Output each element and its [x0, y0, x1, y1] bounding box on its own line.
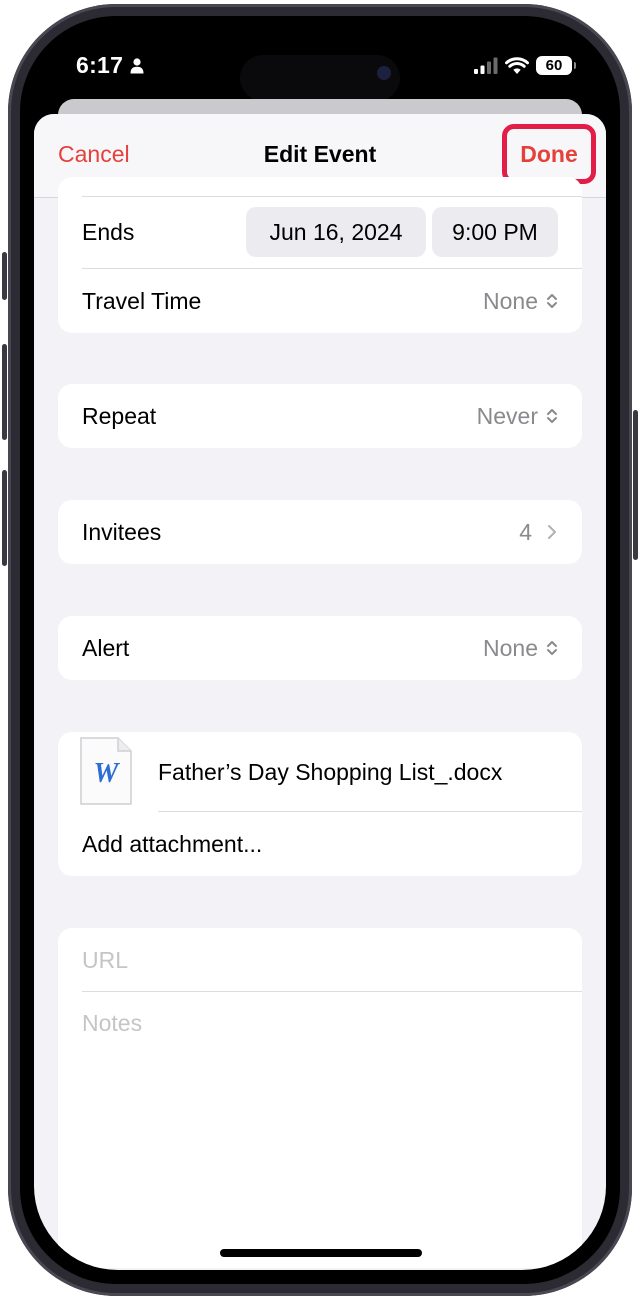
- status-time: 6:17: [76, 52, 124, 78]
- dynamic-island: [240, 55, 400, 101]
- ends-row: Ends Jun 16, 2024 9:00 PM: [58, 199, 582, 265]
- attachment-item[interactable]: W Father’s Day Shopping List_.docx: [58, 732, 582, 812]
- notes-row[interactable]: Notes: [58, 991, 582, 1055]
- url-field[interactable]: URL: [82, 947, 128, 974]
- travel-time-label: Travel Time: [82, 287, 202, 314]
- battery-icon: 60: [536, 56, 576, 75]
- ends-time-button[interactable]: 9:00 PM: [432, 207, 558, 257]
- invitees-card: Invitees 4: [58, 500, 582, 564]
- alert-label: Alert: [82, 634, 130, 661]
- travel-time-value-text: None: [483, 287, 538, 314]
- alert-value[interactable]: None: [483, 635, 558, 662]
- chevron-right-icon: [548, 525, 556, 539]
- alert-value-text: None: [483, 634, 538, 661]
- cellular-signal-icon: [474, 57, 498, 74]
- word-document-icon: W: [80, 737, 132, 805]
- word-icon-letter: W: [94, 758, 121, 789]
- wifi-icon: [505, 56, 529, 74]
- travel-time-row[interactable]: Travel Time None: [58, 269, 582, 333]
- add-attachment-row[interactable]: Add attachment...: [58, 812, 582, 876]
- url-row[interactable]: URL: [58, 928, 582, 992]
- done-button[interactable]: Done: [504, 141, 594, 168]
- divider: [82, 196, 582, 197]
- invitees-count: 4: [519, 518, 532, 545]
- person-icon: [130, 58, 144, 74]
- action-button: [2, 252, 7, 300]
- edit-event-sheet: Cancel Edit Event Done Ends Jun 16, 2024…: [34, 114, 606, 1270]
- alert-card: Alert None: [58, 616, 582, 680]
- ends-label: Ends: [82, 218, 135, 245]
- repeat-value-text: Never: [476, 402, 538, 429]
- travel-time-value[interactable]: None: [483, 288, 558, 315]
- phone-screen: 6:17 60 Cancel Edit Event Done Ends Jun …: [34, 30, 606, 1270]
- volume-up-button: [2, 344, 7, 440]
- alert-row[interactable]: Alert None: [58, 616, 582, 680]
- home-indicator[interactable]: [220, 1249, 422, 1257]
- url-notes-card: URL Notes: [58, 928, 582, 1268]
- notes-field[interactable]: Notes: [82, 1010, 142, 1037]
- chevron-up-down-icon: [547, 641, 557, 655]
- attachments-card: W Father’s Day Shopping List_.docx Add a…: [58, 732, 582, 876]
- chevron-up-down-icon: [547, 294, 557, 308]
- volume-down-button: [2, 470, 7, 566]
- power-button: [633, 410, 638, 560]
- chevron-up-down-icon: [547, 409, 557, 423]
- repeat-card: Repeat Never: [58, 384, 582, 448]
- invitees-label: Invitees: [82, 518, 162, 545]
- repeat-row[interactable]: Repeat Never: [58, 384, 582, 448]
- add-attachment-label: Add attachment...: [82, 830, 263, 857]
- repeat-value[interactable]: Never: [477, 403, 558, 430]
- date-time-card: Ends Jun 16, 2024 9:00 PM Travel Time No…: [58, 177, 582, 333]
- attachment-file-name: Father’s Day Shopping List_.docx: [158, 758, 503, 785]
- invitees-row[interactable]: Invitees 4: [58, 500, 582, 564]
- ends-date-button[interactable]: Jun 16, 2024: [246, 207, 426, 257]
- status-icons: 60: [474, 56, 576, 75]
- front-camera: [377, 66, 391, 80]
- invitees-value: 4: [519, 519, 558, 546]
- repeat-label: Repeat: [82, 402, 157, 429]
